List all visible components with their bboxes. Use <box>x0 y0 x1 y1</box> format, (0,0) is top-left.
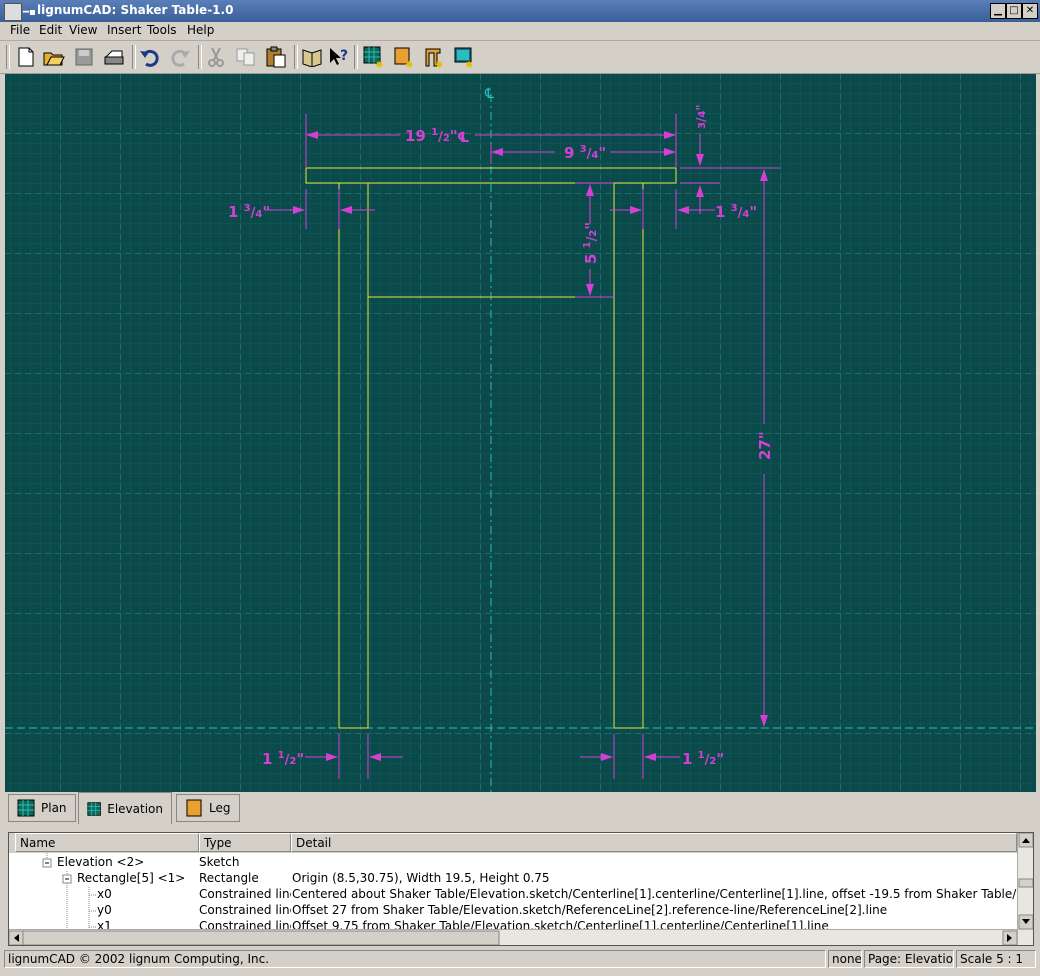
new-drawing-icon[interactable]: ✸ <box>452 45 476 69</box>
tree-vertical-scrollbar[interactable] <box>1017 833 1033 945</box>
tab-leg[interactable]: Leg <box>176 794 240 822</box>
new-sketch-icon[interactable]: ✸ <box>362 45 386 69</box>
centerline-symbol: ℄ <box>484 86 494 102</box>
save-icon[interactable] <box>72 45 96 69</box>
title-bar: ━▪ lignumCAD: Shaker Table-1.0 ▁ □ ✕ <box>0 0 1040 22</box>
status-bar: lignumCAD © 2002 lignum Computing, Inc. … <box>0 948 1040 972</box>
new-assembly-icon[interactable]: ✸ <box>422 45 446 69</box>
menu-file[interactable]: File <box>10 23 30 37</box>
toolbar-separator <box>354 45 358 69</box>
toolbar: ? ✸ ✸ ✸ ✸ <box>0 41 1040 74</box>
status-copyright: lignumCAD © 2002 lignum Computing, Inc. <box>4 950 826 968</box>
svg-text:✸: ✸ <box>375 60 383 68</box>
tree-row-detail: Centered about Shaker Table/Elevation.sk… <box>292 887 1017 901</box>
part-icon <box>186 799 202 817</box>
status-selection: none <box>828 950 862 968</box>
new-part-icon[interactable]: ✸ <box>392 45 416 69</box>
toolbar-separator <box>198 45 202 69</box>
scroll-thumb[interactable] <box>22 930 500 945</box>
column-header-detail[interactable]: Detail <box>291 833 1017 852</box>
minimize-button[interactable]: ▁ <box>990 3 1006 19</box>
print-icon[interactable] <box>102 45 126 69</box>
tab-elevation[interactable]: Elevation <box>78 792 172 824</box>
status-scale: Scale 5 : 1 <box>956 950 1036 968</box>
svg-text:?: ? <box>340 48 348 64</box>
tree-row-name: Elevation <2> <box>57 855 145 869</box>
sketch-icon <box>87 801 101 816</box>
dim-centerline-symbol: ℄ <box>457 130 470 146</box>
tree-horizontal-scrollbar[interactable] <box>9 929 1018 945</box>
maximize-button[interactable]: □ <box>1006 3 1022 19</box>
book-icon[interactable] <box>300 45 324 69</box>
copy-icon[interactable] <box>234 45 258 69</box>
scroll-thumb[interactable] <box>1018 878 1033 888</box>
menu-insert[interactable]: Insert <box>107 23 141 37</box>
menu-view[interactable]: View <box>69 23 97 37</box>
tree-row-detail: Offset 27 from Shaker Table/Elevation.sk… <box>292 903 888 917</box>
close-button[interactable]: ✕ <box>1022 3 1038 19</box>
tab-label: Elevation <box>107 801 163 816</box>
window-title: lignumCAD: Shaker Table-1.0 <box>37 3 234 17</box>
tab-plan[interactable]: Plan <box>8 794 76 822</box>
window-menu-icon[interactable]: ━▪ <box>23 7 36 18</box>
undo-icon[interactable] <box>138 45 162 69</box>
tree-row-name: y0 <box>97 903 112 917</box>
dim-top-thickness[interactable]: 3/4" <box>694 104 708 129</box>
tree-header: Name Type Detail <box>9 833 1017 853</box>
cut-icon[interactable] <box>204 45 228 69</box>
redo-icon[interactable] <box>168 45 192 69</box>
menu-help[interactable]: Help <box>187 23 214 37</box>
menu-tools[interactable]: Tools <box>147 23 177 37</box>
open-icon[interactable] <box>42 45 66 69</box>
tree-row-type: Constrained line <box>199 903 291 917</box>
new-icon[interactable] <box>14 45 38 69</box>
grid <box>5 74 1036 792</box>
drawing-canvas[interactable]: ℄ 19 1/2" ℄ 9 3/4" 3/4" 1 3/4" 1 3/4" 5 … <box>5 74 1036 792</box>
tab-label: Plan <box>41 801 67 815</box>
sketch-icon <box>17 799 35 817</box>
tree-row[interactable]: x0 Constrained line Centered about Shake… <box>9 886 1017 902</box>
tree-row-name: x0 <box>97 887 112 901</box>
toolbar-separator <box>132 45 136 69</box>
menu-edit[interactable]: Edit <box>39 23 62 37</box>
tree-row[interactable]: y0 Constrained line Offset 27 from Shake… <box>9 902 1017 918</box>
column-header-name[interactable]: Name <box>15 833 199 852</box>
toolbar-separator <box>294 45 298 69</box>
page-tabs: Plan Elevation Leg <box>0 792 1040 826</box>
tree-row[interactable]: Rectangle[5] <1> Rectangle Origin (8.5,3… <box>9 870 1017 886</box>
tree-row-type: Rectangle <box>199 871 259 885</box>
svg-text:✸: ✸ <box>465 60 473 68</box>
paste-icon[interactable] <box>264 45 288 69</box>
tree-row-name: Rectangle[5] <1> <box>77 871 186 885</box>
dim-overall-height[interactable]: 27" <box>756 431 774 460</box>
column-header-type[interactable]: Type <box>199 833 291 852</box>
tree-row-detail: Origin (8.5,30.75), Width 19.5, Height 0… <box>292 871 550 885</box>
tree-row-type: Sketch <box>199 855 240 869</box>
app-icon[interactable] <box>4 3 22 21</box>
toolbar-grip <box>6 45 10 69</box>
tab-label: Leg <box>209 801 231 815</box>
svg-text:✸: ✸ <box>405 60 413 68</box>
svg-text:✸: ✸ <box>435 60 443 68</box>
tree-row-type: Constrained line <box>199 887 291 901</box>
status-page: Page: Elevation <box>864 950 954 968</box>
model-tree[interactable]: Name Type Detail Elevation <2> Sketch Re… <box>8 832 1034 946</box>
whats-this-icon[interactable]: ? <box>326 45 350 69</box>
tree-row[interactable]: Elevation <2> Sketch <box>9 854 1017 870</box>
menu-bar: File Edit View Insert Tools Help <box>0 22 1040 41</box>
